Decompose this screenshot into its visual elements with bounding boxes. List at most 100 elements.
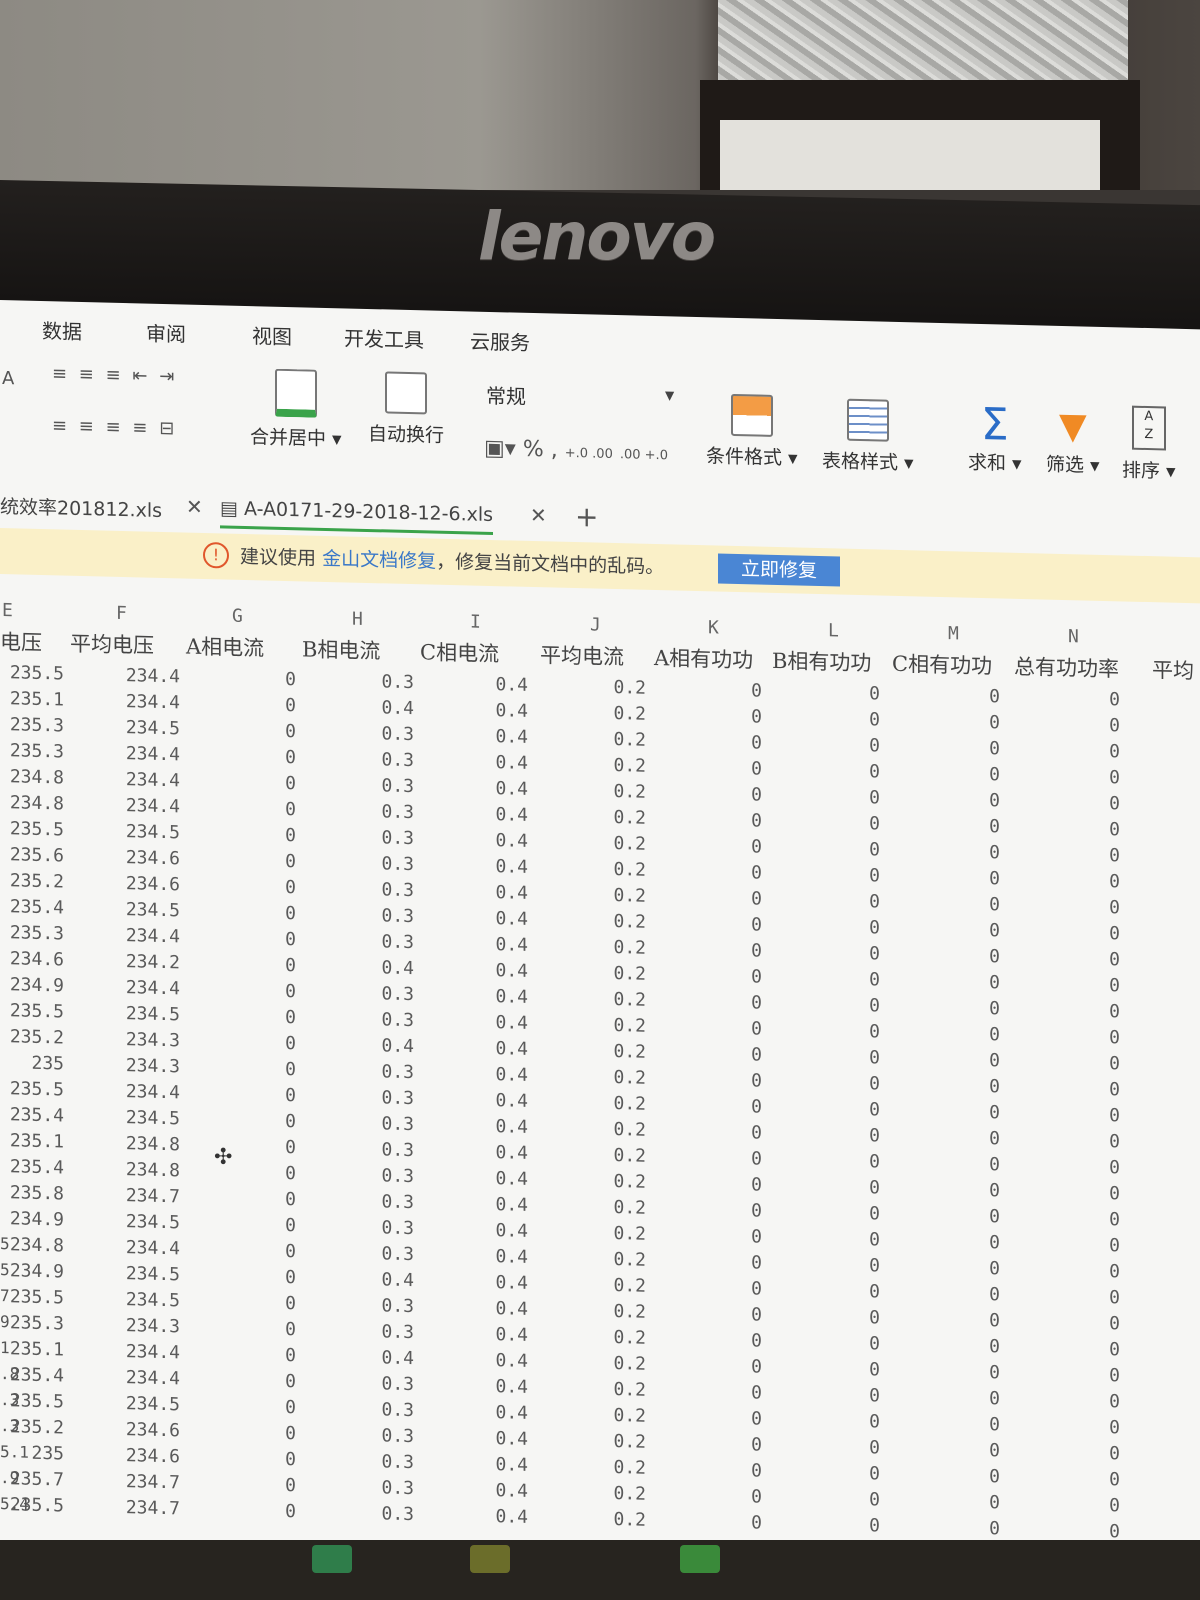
- table-cell[interactable]: 0.2: [582, 1248, 646, 1271]
- table-cell[interactable]: 234.7: [116, 1497, 180, 1519]
- clipped-cell[interactable]: 5.1: [0, 1442, 29, 1462]
- table-cell[interactable]: 0.4: [464, 1115, 528, 1138]
- table-cell[interactable]: 0: [1056, 1494, 1120, 1516]
- table-cell[interactable]: 0: [816, 1046, 880, 1068]
- table-cell[interactable]: 0.3: [350, 671, 414, 693]
- table-cell[interactable]: 0: [698, 1251, 762, 1273]
- table-cell[interactable]: 0: [232, 1500, 296, 1522]
- table-cell[interactable]: 234.4: [116, 925, 180, 947]
- table-cell[interactable]: 0: [816, 1488, 880, 1510]
- table-cell[interactable]: 0.3: [350, 853, 414, 875]
- table-cell[interactable]: 0.2: [582, 1144, 646, 1167]
- table-cell[interactable]: 0.2: [582, 1170, 646, 1193]
- table-cell[interactable]: 0: [1056, 740, 1120, 762]
- table-cell[interactable]: 0: [816, 1228, 880, 1250]
- column-header[interactable]: 电压: [0, 626, 42, 657]
- table-cell[interactable]: 0: [232, 1422, 296, 1444]
- table-cell[interactable]: 0.3: [350, 1165, 414, 1187]
- comma-button[interactable]: ,: [551, 437, 558, 462]
- table-cell[interactable]: 0: [698, 1121, 762, 1143]
- currency-icon[interactable]: ▣▾: [484, 436, 516, 462]
- tab-efficiency-workbook[interactable]: 统效率201812.xls: [0, 492, 162, 523]
- table-cell[interactable]: 0.3: [350, 1373, 414, 1395]
- table-cell[interactable]: 0.4: [464, 1141, 528, 1164]
- tab-active-workbook[interactable]: ▤ A-A0171-29-2018-12-6.xls: [220, 497, 494, 536]
- table-cell[interactable]: 0: [816, 760, 880, 782]
- table-cell[interactable]: 0: [936, 1231, 1000, 1253]
- table-cell[interactable]: 0: [816, 1176, 880, 1198]
- table-cell[interactable]: 234.4: [116, 1341, 180, 1363]
- table-cell[interactable]: 0: [232, 876, 296, 898]
- table-cell[interactable]: 0: [1056, 792, 1120, 814]
- table-cell[interactable]: 0.2: [582, 702, 646, 725]
- table-cell[interactable]: 0: [698, 1407, 762, 1429]
- table-cell[interactable]: 0: [816, 682, 880, 704]
- table-cell[interactable]: 0: [1056, 922, 1120, 944]
- menu-view[interactable]: 视图: [252, 320, 292, 350]
- menu-developer-tools[interactable]: 开发工具: [344, 322, 424, 353]
- table-cell[interactable]: 0: [1056, 766, 1120, 788]
- table-cell[interactable]: 0: [936, 1179, 1000, 1201]
- table-cell[interactable]: 0.3: [350, 1113, 414, 1135]
- column-letter[interactable]: N: [1068, 626, 1079, 647]
- table-cell[interactable]: 0.3: [350, 1139, 414, 1161]
- table-cell[interactable]: 0: [816, 994, 880, 1016]
- table-cell[interactable]: 0: [1056, 1026, 1120, 1048]
- table-cell[interactable]: 0.2: [582, 1196, 646, 1219]
- table-cell[interactable]: 234.5: [116, 717, 180, 739]
- column-letter[interactable]: M: [948, 623, 959, 644]
- table-cell[interactable]: 235.8: [0, 1182, 64, 1204]
- table-cell[interactable]: 235.5: [0, 662, 64, 684]
- table-cell[interactable]: 0: [232, 720, 296, 742]
- table-cell[interactable]: 0.2: [582, 754, 646, 777]
- table-cell[interactable]: 235.6: [0, 844, 64, 866]
- table-cell[interactable]: 0: [698, 1511, 762, 1533]
- table-cell[interactable]: 0.4: [464, 777, 528, 800]
- table-cell[interactable]: 0: [1056, 1390, 1120, 1412]
- table-cell[interactable]: 0: [698, 1459, 762, 1481]
- table-cell[interactable]: 0: [1056, 1052, 1120, 1074]
- close-icon[interactable]: ✕: [530, 503, 547, 527]
- table-cell[interactable]: 0.4: [350, 1269, 414, 1291]
- table-cell[interactable]: 0.4: [464, 881, 528, 904]
- taskbar-app-icon[interactable]: [680, 1545, 720, 1573]
- table-cell[interactable]: 234.4: [116, 1237, 180, 1259]
- table-cell[interactable]: 0: [1056, 1442, 1120, 1464]
- table-cell[interactable]: 0: [816, 708, 880, 730]
- clipped-cell[interactable]: 5: [0, 1260, 10, 1279]
- table-cell[interactable]: 0: [698, 939, 762, 961]
- table-cell[interactable]: 0: [816, 864, 880, 886]
- table-cell[interactable]: 235.3: [0, 922, 64, 944]
- table-cell[interactable]: 0.4: [464, 1089, 528, 1112]
- table-cell[interactable]: 0: [936, 1075, 1000, 1097]
- table-cell[interactable]: 0: [936, 815, 1000, 837]
- table-cell[interactable]: 235.5: [0, 1000, 64, 1022]
- table-cell[interactable]: 0: [232, 1110, 296, 1132]
- table-cell[interactable]: 0.3: [350, 1477, 414, 1499]
- table-cell[interactable]: 0: [698, 705, 762, 727]
- taskbar-app-icon[interactable]: [312, 1545, 352, 1573]
- table-cell[interactable]: 234.4: [116, 1081, 180, 1103]
- table-cell[interactable]: 0: [936, 997, 1000, 1019]
- table-cell[interactable]: 234.6: [116, 873, 180, 895]
- column-letter[interactable]: H: [352, 609, 363, 630]
- wrap-text-button[interactable]: 自动换行: [368, 371, 444, 448]
- table-cell[interactable]: 0.4: [464, 1479, 528, 1502]
- table-cell[interactable]: 0: [1056, 1182, 1120, 1204]
- percent-button[interactable]: %: [523, 437, 544, 463]
- table-cell[interactable]: 0: [698, 1485, 762, 1507]
- table-cell[interactable]: 0.3: [350, 1425, 414, 1447]
- table-cell[interactable]: 0: [936, 711, 1000, 733]
- table-cell[interactable]: 0.2: [582, 1274, 646, 1297]
- table-cell[interactable]: 0: [698, 757, 762, 779]
- table-cell[interactable]: 0: [232, 746, 296, 768]
- table-cell[interactable]: 234.5: [116, 1289, 180, 1311]
- table-cell[interactable]: 0: [936, 1101, 1000, 1123]
- table-cell[interactable]: 234.6: [116, 1445, 180, 1467]
- table-cell[interactable]: 0.4: [464, 1245, 528, 1268]
- table-cell[interactable]: 235.5: [0, 1078, 64, 1100]
- table-cell[interactable]: 0.3: [350, 1295, 414, 1317]
- table-cell[interactable]: 0: [232, 1058, 296, 1080]
- table-cell[interactable]: 0: [232, 1188, 296, 1210]
- table-cell[interactable]: 0.4: [464, 1011, 528, 1034]
